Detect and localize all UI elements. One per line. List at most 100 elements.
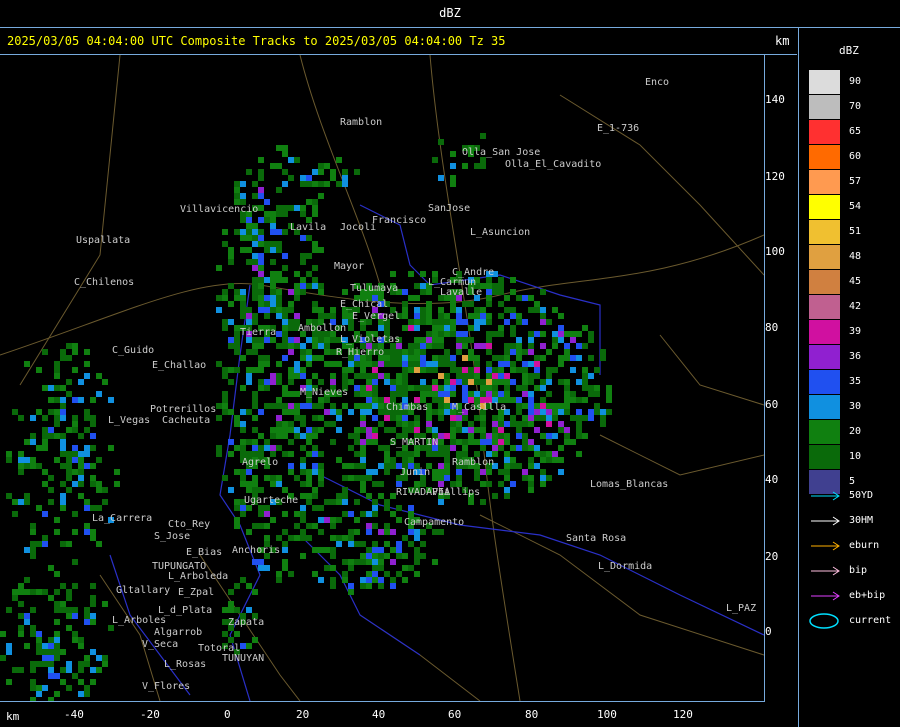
place-label: Cto_Rey <box>168 519 210 530</box>
place-label: Ugarteche <box>244 495 298 506</box>
window-title: dBZ <box>0 0 900 28</box>
x-tick-label: 20 <box>296 708 310 721</box>
legend-swatch <box>809 445 840 469</box>
y-tick-label: 20 <box>765 550 779 563</box>
legend-swatch-label: 35 <box>849 376 862 387</box>
place-label: Agrelo <box>242 457 278 468</box>
legend-swatch <box>809 195 840 219</box>
map-header: 2025/03/05 04:04:00 UTC Composite Tracks… <box>0 28 797 55</box>
x-tick-label: 120 <box>673 708 693 721</box>
legend-swatch <box>809 145 840 169</box>
place-label: Algarrob <box>154 627 202 638</box>
legend-swatch <box>809 420 840 444</box>
place-label: Ramblon <box>452 457 494 468</box>
place-label: Ambollon <box>298 323 346 334</box>
place-label: Gltallary <box>116 585 170 596</box>
y-tick-label: 80 <box>765 321 779 334</box>
legend-swatch <box>809 120 840 144</box>
legend-swatch-label: 65 <box>849 126 862 137</box>
y-tick-label: 100 <box>765 245 785 258</box>
x-tick-label: 0 <box>224 708 231 721</box>
timestamp-header: 2025/03/05 04:04:00 UTC Composite Tracks… <box>7 34 506 48</box>
legend-swatch <box>809 70 840 94</box>
place-label: S_MARTIN <box>390 437 438 448</box>
legend-swatch-label: 20 <box>849 426 862 437</box>
legend-swatch-label: 57 <box>849 176 862 187</box>
track-arrow-icon <box>811 566 840 576</box>
place-label: E_1-736 <box>597 123 639 134</box>
place-label: Olla_El_Cavadito <box>505 159 601 170</box>
place-label: Cacheuta <box>162 415 210 426</box>
place-label: Phillips <box>432 487 480 498</box>
x-tick-label: -40 <box>64 708 84 721</box>
legend-swatch <box>809 295 840 319</box>
place-label: M_Casilla <box>452 402 506 413</box>
legend-swatch <box>809 245 840 269</box>
place-label: S_Jose <box>154 531 190 542</box>
place-label: E_Chical <box>340 299 388 310</box>
place-label: L_Vegas <box>108 415 150 426</box>
place-label: TUNUYAN <box>222 653 264 664</box>
place-label: Tulumaya <box>350 283 398 294</box>
x-axis-km: km -40 -20 0 20 40 60 80 100 120 <box>0 702 797 727</box>
legend-swatch-label: 70 <box>849 101 862 112</box>
place-label: L_Violetas <box>340 334 400 345</box>
place-label: Santa Rosa <box>566 533 626 544</box>
place-label: Enco <box>645 77 669 88</box>
legend-swatch <box>809 320 840 344</box>
place-label: R_Hierro <box>336 347 384 358</box>
place-label: Anchoris <box>232 545 280 556</box>
radar-map[interactable]: Ramblon Enco E_1-736 Olla_San Jose Olla_El_C… <box>0 55 765 702</box>
place-label: Tierra <box>240 327 276 338</box>
place-label: L_Dormida <box>598 561 652 572</box>
legend-swatch <box>809 95 840 119</box>
x-tick-label: -20 <box>140 708 160 721</box>
legend-swatch-label: 51 <box>849 226 862 237</box>
legend-swatch-label: 42 <box>849 301 862 312</box>
current-ellipse-icon <box>809 613 839 629</box>
legend-swatch-label: 5 <box>849 476 856 487</box>
place-label: Totoral <box>198 643 240 654</box>
place-label: L_Arboles <box>112 615 166 626</box>
y-tick-label: 60 <box>765 398 779 411</box>
place-label: L_Rosas <box>164 659 206 670</box>
x-tick-label: 100 <box>597 708 617 721</box>
km-unit-label-top: km <box>775 34 790 48</box>
track-legend-label: 30HM <box>849 515 874 526</box>
place-label: Uspallata <box>76 235 130 246</box>
place-label: Olla_San Jose <box>462 147 540 158</box>
track-arrow-icon <box>811 491 840 501</box>
legend-swatch-label: 39 <box>849 326 862 337</box>
place-label: V_Flores <box>142 681 190 692</box>
legend-swatch <box>809 170 840 194</box>
legend-swatch-label: 30 <box>849 401 862 412</box>
x-tick-label: 40 <box>372 708 386 721</box>
x-tick-label: 80 <box>525 708 539 721</box>
place-label: La_Carrera <box>92 513 152 524</box>
track-arrow-icon <box>811 591 840 601</box>
track-legend-label: eb+bip <box>849 590 886 601</box>
place-label: Villavicencio <box>180 204 258 215</box>
place-label: Francisco <box>372 215 426 226</box>
place-label: L_Asuncion <box>470 227 530 238</box>
dbz-legend: dBZ 90 70 65 60 57 54 51 48 45 42 39 36 35 30 20 10 5 50Y… <box>798 28 900 727</box>
legend-swatch <box>809 395 840 419</box>
place-label: E_Challao <box>152 360 206 371</box>
legend-swatch <box>809 345 840 369</box>
track-legend-label: bip <box>849 565 868 576</box>
legend-swatch-label: 10 <box>849 451 862 462</box>
legend-swatch-label: 54 <box>849 201 862 212</box>
place-label: Mayor <box>334 261 364 272</box>
track-legend-label: eburn <box>849 540 880 551</box>
place-label: Junin <box>400 467 430 478</box>
y-tick-label: 0 <box>765 625 772 638</box>
place-label: Potrerillos <box>150 404 216 415</box>
y-tick-label: 40 <box>765 473 779 486</box>
place-label: Lomas_Blancas <box>590 479 668 490</box>
legend-swatch <box>809 220 840 244</box>
track-arrow-icon <box>811 516 840 526</box>
legend-title: dBZ <box>839 44 859 57</box>
x-tick-label: 60 <box>448 708 462 721</box>
y-tick-label: 140 <box>765 93 785 106</box>
place-label: V_Seca <box>142 639 178 650</box>
